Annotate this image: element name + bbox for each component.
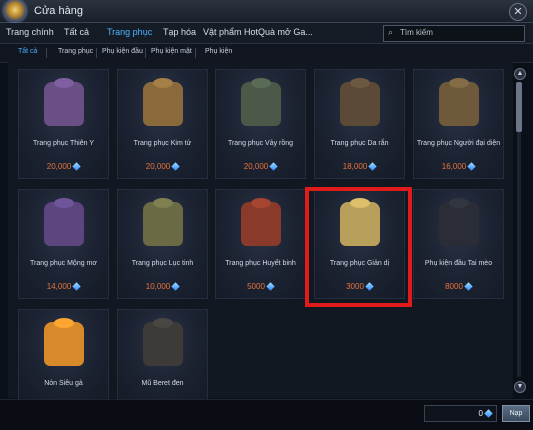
item-card[interactable]: Trang phục Huyết binh 5000 <box>215 189 306 299</box>
diamond-icon <box>484 409 493 418</box>
diamond-icon <box>72 282 81 291</box>
item-card[interactable]: Trang phục Vảy rồng 20,000 <box>215 69 306 179</box>
subtab-phu-kien-mat[interactable]: Phụ kiện mặt <box>151 48 192 55</box>
currency-balance: 0 <box>424 405 497 422</box>
diamond-icon <box>171 282 180 291</box>
item-price: 20,000 <box>118 162 207 171</box>
item-card[interactable]: Trang phục Da rắn 18,000 <box>314 69 405 179</box>
item-card[interactable]: Phụ kiện đầu Tai mèo 8000 <box>413 189 504 299</box>
subtab-phu-kien[interactable]: Phụ kiện <box>205 48 232 55</box>
scroll-up-icon[interactable]: ▲ <box>514 68 526 80</box>
item-card[interactable]: Trang phục Lục tinh 10,000 <box>117 189 208 299</box>
tab-tap-hoa[interactable]: Tạp hóa <box>163 27 196 37</box>
tab-trang-chinh[interactable]: Trang chính <box>6 27 54 37</box>
outfit-icon <box>438 82 479 126</box>
outfit-icon <box>339 82 380 126</box>
tab-vat-pham-hot[interactable]: Vật phẩm Hot <box>203 27 258 37</box>
app-logo-icon <box>4 0 26 22</box>
divider <box>46 48 47 58</box>
diamond-icon <box>266 282 275 291</box>
diamond-icon <box>467 162 476 171</box>
item-price: 16,000 <box>414 162 503 171</box>
scroll-down-icon[interactable]: ▼ <box>514 381 526 393</box>
beret-icon <box>142 322 183 366</box>
chicken-hat-icon <box>43 322 84 366</box>
item-card[interactable]: Mũ Beret đen <box>117 309 208 401</box>
item-price: 5000 <box>216 282 305 291</box>
outfit-icon <box>142 82 183 126</box>
topup-button[interactable]: Nạp <box>502 405 530 422</box>
item-name: Mũ Beret đen <box>141 380 184 387</box>
item-price: 20,000 <box>216 162 305 171</box>
subtab-tat-ca[interactable]: Tất cả <box>18 48 37 55</box>
search-input[interactable]: ⌕ Tìm kiếm <box>383 25 525 42</box>
tab-trang-phuc[interactable]: Trang phục <box>107 27 152 37</box>
window-title: Cửa hàng <box>34 5 83 17</box>
divider <box>96 48 97 58</box>
subtab-trang-phuc[interactable]: Trang phục <box>58 48 93 55</box>
diamond-icon <box>269 162 278 171</box>
outfit-icon <box>240 202 281 246</box>
item-name: Trang phục Kim tử <box>133 140 192 147</box>
item-price: 18,000 <box>315 162 404 171</box>
item-price: 8000 <box>414 282 503 291</box>
item-name: Trang phục Người đại diện <box>416 140 501 147</box>
tab-qua-mo-game[interactable]: Quà mở Ga... <box>258 27 313 37</box>
search-placeholder: Tìm kiếm <box>400 28 433 37</box>
item-card[interactable]: Nón Siêu gà <box>18 309 109 401</box>
item-price: 14,000 <box>19 282 108 291</box>
outfit-icon <box>43 82 84 126</box>
selection-highlight <box>305 187 412 307</box>
item-price: 10,000 <box>118 282 207 291</box>
diamond-icon <box>464 282 473 291</box>
item-name: Trang phục Lục tinh <box>131 260 194 267</box>
item-name: Trang phục Vảy rồng <box>227 140 294 147</box>
item-card[interactable]: Trang phục Thiên Y 20,000 <box>18 69 109 179</box>
item-name: Nón Siêu gà <box>44 380 83 387</box>
search-icon: ⌕ <box>388 27 394 37</box>
scroll-thumb[interactable] <box>516 82 522 132</box>
outfit-icon <box>142 202 183 246</box>
item-name: Trang phục Thiên Y <box>33 140 94 147</box>
divider <box>145 48 146 58</box>
title-bar: Cửa hàng ✕ <box>0 0 533 23</box>
tab-tat-ca[interactable]: Tất cả <box>64 27 89 37</box>
close-icon[interactable]: ✕ <box>509 3 527 21</box>
outfit-icon <box>240 82 281 126</box>
item-name: Trang phục Mộng mơ <box>30 260 97 267</box>
item-name: Phụ kiện đầu Tai mèo <box>424 260 493 267</box>
item-card[interactable]: Trang phục Người đại diện 16,000 <box>413 69 504 179</box>
item-card[interactable]: Trang phục Kim tử 20,000 <box>117 69 208 179</box>
item-name: Trang phục Da rắn <box>330 140 389 147</box>
item-card[interactable]: Trang phục Mộng mơ 14,000 <box>18 189 109 299</box>
item-price: 20,000 <box>19 162 108 171</box>
divider <box>195 48 196 58</box>
subtab-phu-kien-dau[interactable]: Phụ kiện đầu <box>102 48 143 55</box>
diamond-icon <box>171 162 180 171</box>
diamond-icon <box>368 162 377 171</box>
outfit-icon <box>43 202 84 246</box>
diamond-icon <box>72 162 81 171</box>
item-name: Trang phục Huyết binh <box>225 260 296 267</box>
sub-tabs: Tất cả Trang phục Phụ kiện đầu Phụ kiện … <box>0 44 533 63</box>
cat-ears-icon <box>438 202 479 246</box>
